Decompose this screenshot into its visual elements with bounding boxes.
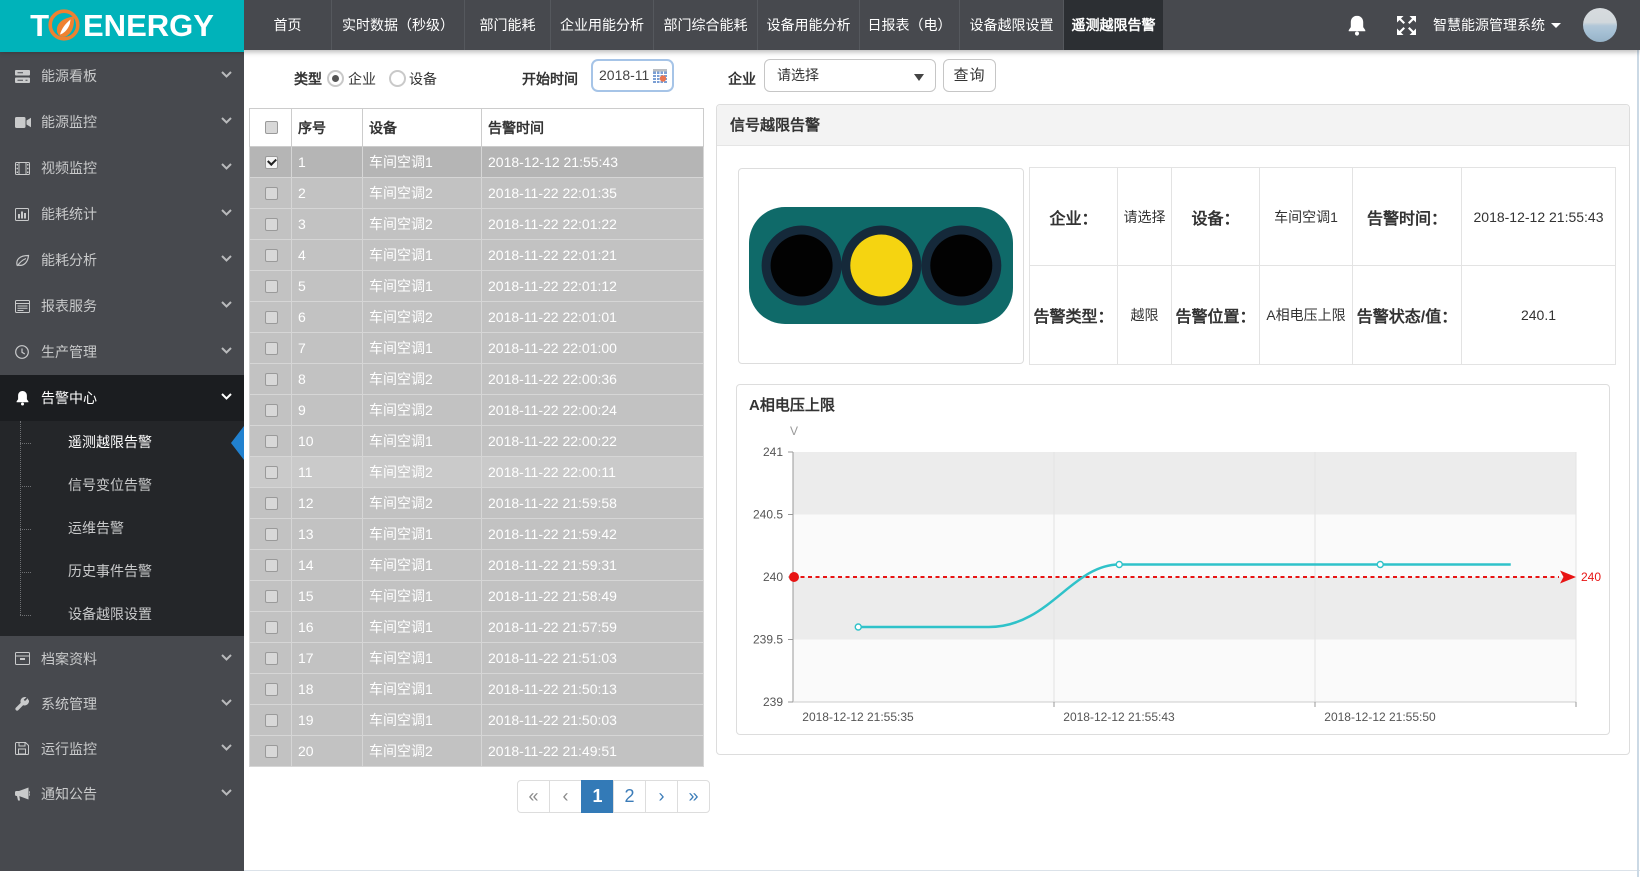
svg-text:239: 239	[763, 695, 783, 709]
svg-text:241: 241	[763, 445, 783, 459]
svg-text:V: V	[790, 424, 798, 438]
svg-text:240: 240	[763, 570, 783, 584]
svg-text:239.5: 239.5	[753, 633, 783, 647]
svg-text:2018-12-12 21:55:50: 2018-12-12 21:55:50	[1324, 710, 1436, 724]
svg-text:2018-12-12 21:55:35: 2018-12-12 21:55:35	[802, 710, 914, 724]
svg-text:240.5: 240.5	[753, 508, 783, 522]
svg-text:240: 240	[1581, 570, 1601, 584]
svg-text:2018-12-12 21:55:43: 2018-12-12 21:55:43	[1063, 710, 1175, 724]
